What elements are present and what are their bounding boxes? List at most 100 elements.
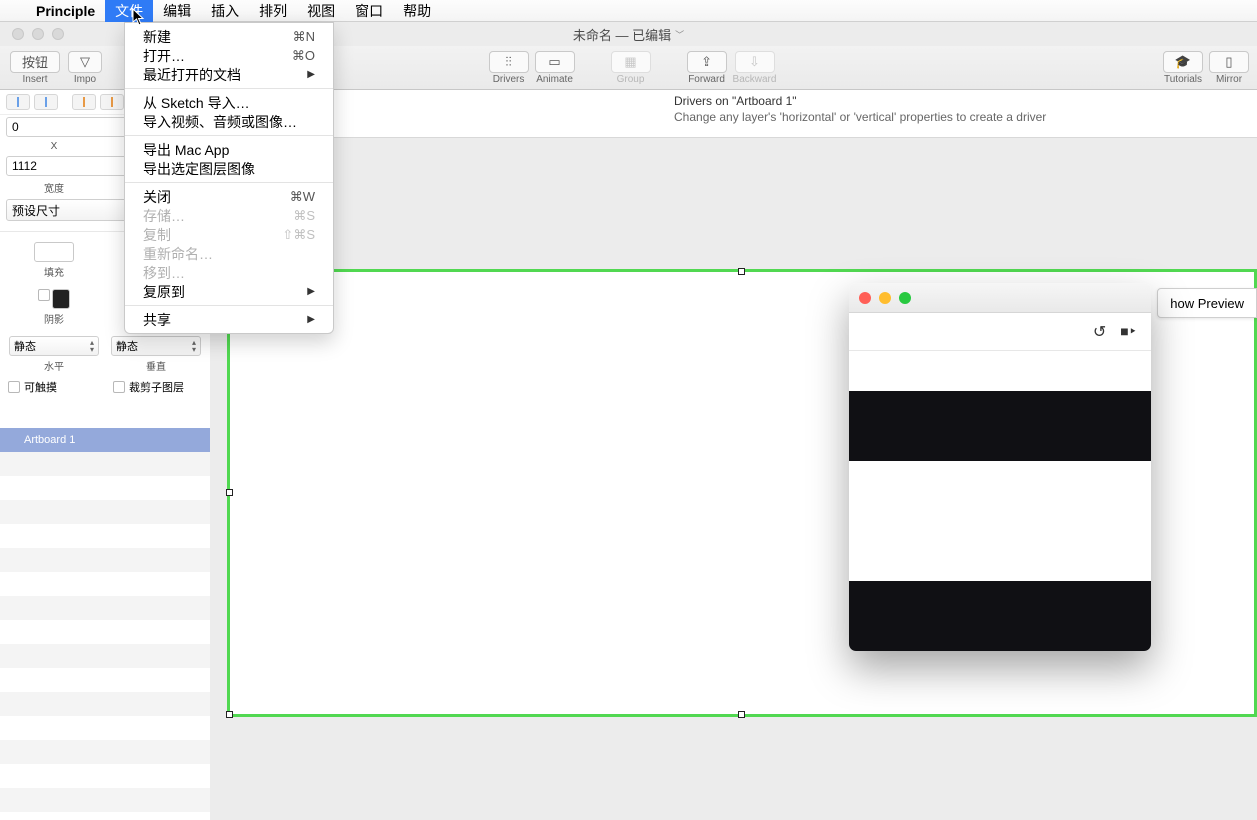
import-tool[interactable]: ▽ Impo <box>68 46 102 90</box>
tutorials-icon[interactable]: 🎓 <box>1163 51 1203 73</box>
menu-item-复原到[interactable]: 复原到▶ <box>125 282 333 301</box>
app-name[interactable]: Principle <box>26 3 105 19</box>
menu-item-重新命名…: 重新命名… <box>125 244 333 263</box>
drivers-icon[interactable]: ⫶⫶ <box>489 51 529 73</box>
h-label: 水平 <box>44 358 64 373</box>
drivers-label: Drivers <box>493 74 525 85</box>
drivers-tool[interactable]: ⫶⫶ Drivers <box>489 46 529 90</box>
group-label: Group <box>617 74 645 85</box>
backward-label: Backward <box>733 74 777 85</box>
menu-item-移到…: 移到… <box>125 263 333 282</box>
close-dot[interactable] <box>12 28 24 40</box>
handle-ml[interactable] <box>226 489 233 496</box>
window-title[interactable]: 未命名 — 已编辑 ﹀ <box>573 25 684 44</box>
forward-label: Forward <box>688 74 725 85</box>
preview-toolbar: ↺ ■‣ <box>849 313 1151 351</box>
shadow-check[interactable] <box>38 289 50 301</box>
import-label: Impo <box>74 74 96 85</box>
traffic-lights <box>0 28 64 40</box>
animate-icon[interactable]: ▭ <box>535 51 575 73</box>
show-preview-button[interactable]: how Preview <box>1157 288 1257 318</box>
mirror-label: Mirror <box>1216 74 1242 85</box>
menu-item-最近打开的文档[interactable]: 最近打开的文档▶ <box>125 65 333 84</box>
menu-item-复制: 复制⇧⌘S <box>125 225 333 244</box>
preview-strip-2 <box>849 581 1151 651</box>
animate-tool[interactable]: ▭ Animate <box>535 46 575 90</box>
v-label: 垂直 <box>146 358 166 373</box>
menu-item-导出选定图层图像[interactable]: 导出选定图层图像 <box>125 159 333 178</box>
vertical-select[interactable]: 静态▴▾ <box>111 336 201 356</box>
chevron-down-icon: ﹀ <box>675 28 684 41</box>
shadow-label: 阴影 <box>44 311 64 326</box>
preview-titlebar[interactable] <box>849 283 1151 313</box>
align-top[interactable] <box>72 94 96 110</box>
insert-label: Insert <box>22 74 47 85</box>
menu-help[interactable]: 帮助 <box>393 0 441 22</box>
tutorials-tool[interactable]: 🎓 Tutorials <box>1163 46 1203 90</box>
preview-body <box>849 351 1151 651</box>
file-menu-dropdown: 新建⌘N打开…⌘O最近打开的文档▶ 从 Sketch 导入…导入视频、音频或图像…… <box>124 22 334 334</box>
align-left[interactable] <box>6 94 30 110</box>
layer-row-artboard[interactable]: Artboard 1 <box>0 428 210 452</box>
tutorials-label: Tutorials <box>1164 74 1202 85</box>
backward-icon: ⇩ <box>735 51 775 73</box>
preview-zoom[interactable] <box>899 292 911 304</box>
menu-arrange[interactable]: 排列 <box>249 0 297 22</box>
menu-item-关闭[interactable]: 关闭⌘W <box>125 187 333 206</box>
menu-item-共享[interactable]: 共享▶ <box>125 310 333 329</box>
fill-swatch[interactable] <box>34 242 74 262</box>
preview-min[interactable] <box>879 292 891 304</box>
handle-tm[interactable] <box>738 268 745 275</box>
menu-window[interactable]: 窗口 <box>345 0 393 22</box>
layer-stripes <box>0 452 210 820</box>
drivers-hint: Change any layer's 'horizontal' or 'vert… <box>674 110 1257 124</box>
insert-button-box[interactable]: 按钮 <box>10 51 60 73</box>
horizontal-select[interactable]: 静态▴▾ <box>9 336 99 356</box>
backward-tool: ⇩ Backward <box>733 46 777 90</box>
forward-icon[interactable]: ⇪ <box>687 51 727 73</box>
fill-label: 填充 <box>44 264 64 279</box>
menu-insert[interactable]: 插入 <box>201 0 249 22</box>
menu-file[interactable]: 文件 <box>105 0 153 22</box>
handle-bl[interactable] <box>226 711 233 718</box>
menu-edit[interactable]: 编辑 <box>153 0 201 22</box>
menu-item-导入视频、音频或图像…[interactable]: 导入视频、音频或图像… <box>125 112 333 131</box>
mirror-tool[interactable]: ▯ Mirror <box>1209 46 1249 90</box>
menu-item-打开…[interactable]: 打开…⌘O <box>125 46 333 65</box>
shadow-swatch[interactable] <box>52 289 70 309</box>
menu-view[interactable]: 视图 <box>297 0 345 22</box>
layers-list: Artboard 1 <box>0 428 210 452</box>
group-icon: ▦ <box>611 51 651 73</box>
width-label: 宽度 <box>6 180 102 195</box>
handle-bm[interactable] <box>738 711 745 718</box>
import-icon[interactable]: ▽ <box>68 51 102 73</box>
align-middle[interactable] <box>100 94 124 110</box>
forward-tool[interactable]: ⇪ Forward <box>687 46 727 90</box>
camera-icon[interactable]: ■‣ <box>1120 323 1137 340</box>
x-label: X <box>6 141 102 152</box>
clip-label: 裁剪子图层 <box>129 379 184 395</box>
animate-label: Animate <box>536 74 573 85</box>
window-title-text: 未命名 — 已编辑 <box>573 25 671 44</box>
touchable-check[interactable] <box>8 381 20 393</box>
zoom-dot[interactable] <box>52 28 64 40</box>
touchable-label: 可触摸 <box>24 379 57 395</box>
align-center-h[interactable] <box>34 94 58 110</box>
mirror-icon[interactable]: ▯ <box>1209 51 1249 73</box>
preset-label: 预设尺寸 <box>12 202 60 219</box>
undo-icon[interactable]: ↺ <box>1093 322 1106 342</box>
menu-item-新建[interactable]: 新建⌘N <box>125 27 333 46</box>
minimize-dot[interactable] <box>32 28 44 40</box>
preview-strip-1 <box>849 391 1151 461</box>
clip-check[interactable] <box>113 381 125 393</box>
menu-item-从 Sketch 导入…[interactable]: 从 Sketch 导入… <box>125 93 333 112</box>
menu-item-导出 Mac App[interactable]: 导出 Mac App <box>125 140 333 159</box>
preview-window[interactable]: ↺ ■‣ <box>849 283 1151 651</box>
insert-tool[interactable]: 按钮 Insert <box>10 46 60 90</box>
system-menubar: Principle 文件 编辑 插入 排列 视图 窗口 帮助 <box>0 0 1257 22</box>
drivers-panel: Drivers on "Artboard 1" Change any layer… <box>210 90 1257 138</box>
menu-item-存储…: 存储…⌘S <box>125 206 333 225</box>
group-tool: ▦ Group <box>611 46 651 90</box>
drivers-title: Drivers on "Artboard 1" <box>674 94 1257 108</box>
preview-close[interactable] <box>859 292 871 304</box>
